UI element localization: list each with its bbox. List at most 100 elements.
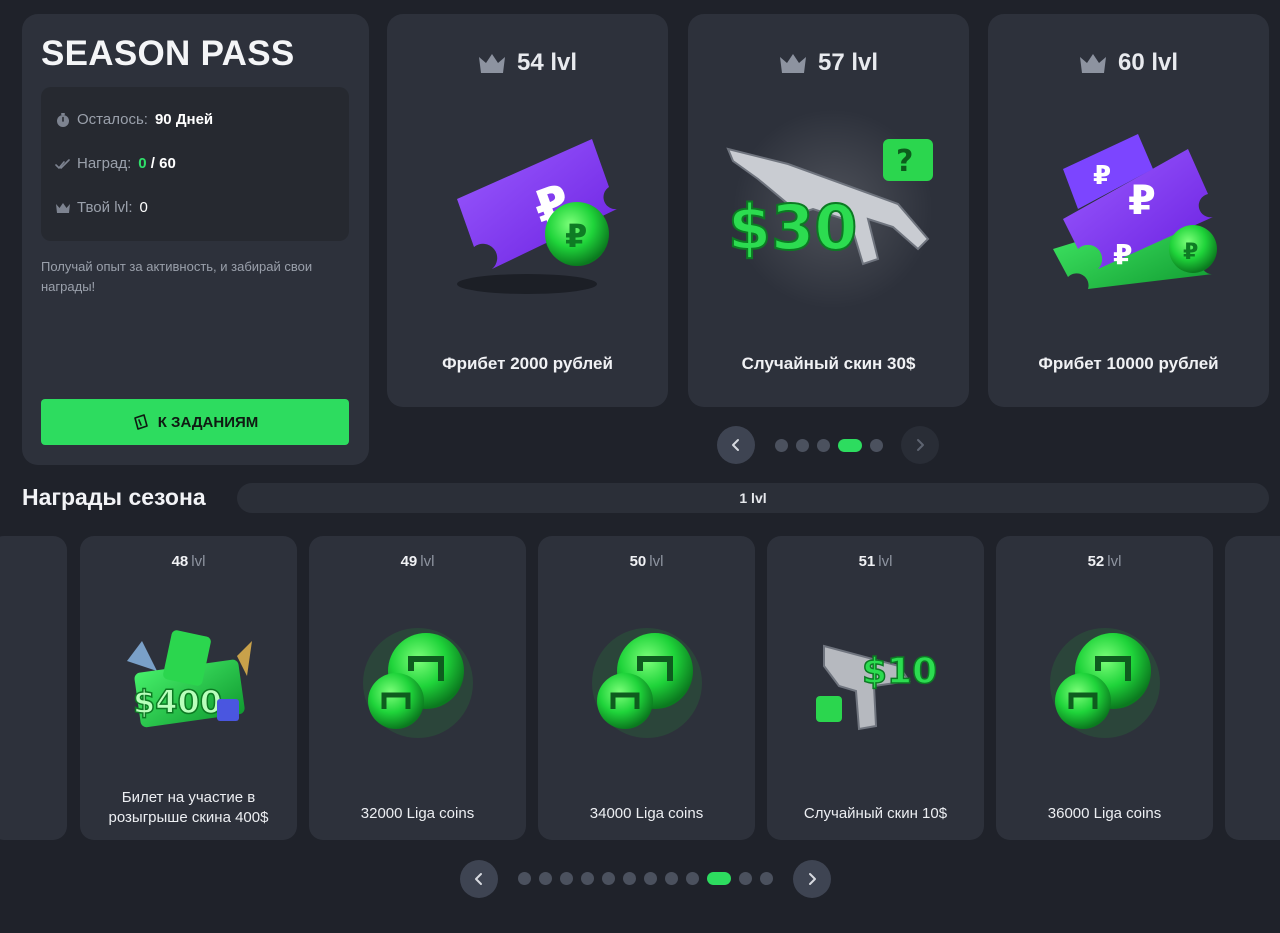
chevron-left-icon <box>475 873 482 885</box>
check-icon <box>55 158 70 169</box>
pager-dot[interactable] <box>686 872 699 885</box>
reward-card-name: 34000 Liga coins <box>589 805 704 822</box>
ticket-icon <box>133 414 148 430</box>
season-pass-panel: SEASON PASS Осталось: 90 Дней Наград: 0 … <box>22 14 369 465</box>
featured-card-level: 57 lvl <box>688 49 969 77</box>
go-to-tasks-button[interactable]: К ЗАДАНИЯМ <box>41 399 349 445</box>
stat-rewards-label: Наград: <box>77 155 132 172</box>
chevron-right-icon <box>809 873 816 885</box>
pager-dot[interactable] <box>665 872 678 885</box>
pager-dot[interactable] <box>518 872 531 885</box>
raffle-ticket-image: $400 <box>127 630 252 728</box>
reward-level-number: 48 <box>171 553 189 570</box>
svg-text:₽: ₽ <box>1183 240 1198 265</box>
pager-dot[interactable] <box>796 439 809 452</box>
season-rewards-title: Награды сезона <box>22 484 206 510</box>
featured-prev-button[interactable] <box>717 426 755 464</box>
current-level: 1 lvl <box>739 490 767 506</box>
featured-card-level-text: 60 lvl <box>1117 49 1179 76</box>
reward-card[interactable]: 52 lvl 36000 Liga coins <box>996 536 1213 840</box>
chevron-left-icon <box>732 439 739 451</box>
rewards-next-button[interactable] <box>793 860 831 898</box>
random-skin-small-price: $10 <box>862 651 937 692</box>
featured-card[interactable]: 57 lvl ? $30 Случайный скин 30$ <box>688 14 969 407</box>
freebet-ticket-image: ₽ ₽ <box>457 139 617 294</box>
reward-level-unit: lvl <box>1107 553 1122 570</box>
svg-text:₽: ₽ <box>1128 178 1156 224</box>
pager-dot[interactable] <box>739 872 752 885</box>
reward-level-number: 49 <box>400 553 418 570</box>
reward-card[interactable]: 50 lvl 34000 Liga coins <box>538 536 755 840</box>
pager-dot[interactable] <box>581 872 594 885</box>
raffle-ticket-price: $400 <box>133 683 222 721</box>
season-pass-title: SEASON PASS <box>41 34 295 73</box>
random-skin-price: $30 <box>728 191 857 264</box>
level-progress-bar: 1 lvl <box>237 483 1269 513</box>
svg-text:₽: ₽ <box>1113 238 1132 271</box>
reward-level-number: 52 <box>1087 553 1105 570</box>
pager-dot[interactable] <box>560 872 573 885</box>
featured-next-button[interactable] <box>901 426 939 464</box>
featured-pager-dots <box>775 439 891 452</box>
reward-level-unit: lvl <box>191 553 206 570</box>
reward-level-unit: lvl <box>420 553 435 570</box>
reward-level-unit: lvl <box>878 553 893 570</box>
rewards-total: / 60 <box>150 155 176 172</box>
pager-dot-active[interactable] <box>838 439 862 452</box>
reward-card-name: 36000 Liga coins <box>1047 805 1162 822</box>
pager-dot[interactable] <box>602 872 615 885</box>
reward-card-level: 52 lvl <box>996 553 1213 570</box>
reward-card-name: 32000 Liga coins <box>360 805 475 822</box>
pager-dot[interactable] <box>644 872 657 885</box>
season-pass-description: Получай опыт за активность, и забирай св… <box>41 259 313 294</box>
reward-card-level: 49 lvl <box>309 553 526 570</box>
pager-dot[interactable] <box>817 439 830 452</box>
featured-card-level: 60 lvl <box>988 49 1269 77</box>
stat-remaining-label: Осталось: <box>77 111 148 128</box>
stat-remaining: Осталось: 90 Дней <box>55 111 213 128</box>
pager-dot[interactable] <box>775 439 788 452</box>
stat-level: Твой lvl: 0 <box>55 199 148 216</box>
stat-level-value: 0 <box>139 199 148 216</box>
reward-card-partial[interactable] <box>0 536 67 840</box>
reward-card-partial[interactable] <box>1225 536 1280 840</box>
freebet-bundle-image: ₽ ₽ ₽ ₽ <box>1053 134 1217 289</box>
stat-rewards: Наград: 0 / 60 <box>55 155 176 172</box>
crown-icon <box>478 54 505 73</box>
stat-remaining-value: 90 Дней <box>154 111 214 128</box>
featured-card-name: Фрибет 10000 рублей <box>1038 354 1219 373</box>
go-to-tasks-label: К ЗАДАНИЯМ <box>157 413 259 431</box>
pager-dot-active[interactable] <box>707 872 731 885</box>
rewards-prev-button[interactable] <box>460 860 498 898</box>
reward-card-level: 48 lvl <box>80 553 297 570</box>
timer-icon <box>57 112 69 127</box>
reward-level-unit: lvl <box>649 553 664 570</box>
stat-rewards-value: 0 / 60 <box>138 155 176 172</box>
svg-text:?: ? <box>896 144 913 179</box>
featured-card-name: Случайный скин 30$ <box>741 354 916 373</box>
reward-card[interactable]: 49 lvl 32000 Liga coins <box>309 536 526 840</box>
rewards-done: 0 <box>138 155 147 172</box>
featured-card[interactable]: 60 lvl ₽ ₽ ₽ ₽ Фрибет 10000 рублей <box>988 14 1269 407</box>
rewards-pager-dots <box>518 872 781 885</box>
featured-card-level-text: 54 lvl <box>516 49 578 76</box>
pager-dot[interactable] <box>539 872 552 885</box>
pager-dot[interactable] <box>623 872 636 885</box>
liga-coins-image <box>592 628 702 738</box>
reward-level-number: 51 <box>858 553 876 570</box>
pager-dot[interactable] <box>760 872 773 885</box>
chevron-right-icon <box>917 439 924 451</box>
stat-level-label: Твой lvl: <box>77 199 133 216</box>
season-pass-stats: Осталось: 90 Дней Наград: 0 / 60 Твой lv… <box>41 87 349 241</box>
crown-icon <box>1079 54 1106 73</box>
featured-card-name: Фрибет 2000 рублей <box>442 354 613 373</box>
reward-card[interactable]: 51 lvl $10 Случайный скин 10$ <box>767 536 984 840</box>
featured-card[interactable]: 54 lvl ₽ ₽ Фрибет 2000 рублей <box>387 14 668 407</box>
pager-dot[interactable] <box>870 439 883 452</box>
random-skin-small-image: $10 <box>816 644 938 731</box>
liga-coins-image <box>363 628 473 738</box>
reward-card-name: Билет на участие в розыгрыше скина 400$ <box>108 789 269 826</box>
crown-icon <box>56 202 70 213</box>
reward-card-level: 51 lvl <box>767 553 984 570</box>
reward-card[interactable]: 48 lvl $400 Билет на участие в розыгрыше … <box>80 536 297 840</box>
